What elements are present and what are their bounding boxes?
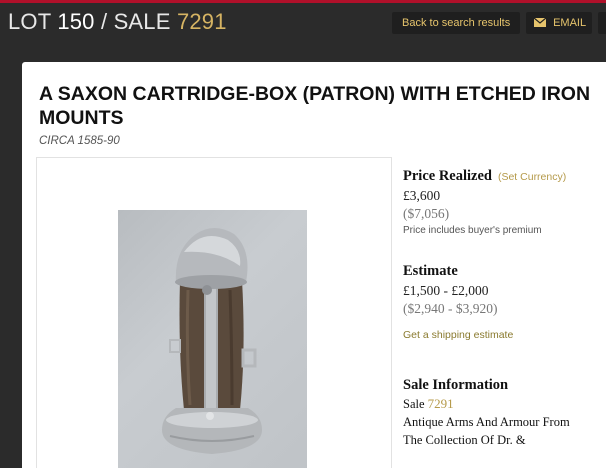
lot-info-column: Price Realized (Set Currency) £3,600 ($7,… <box>403 168 606 449</box>
estimate-section: Estimate £1,500 - £2,000 ($2,940 - $3,92… <box>403 263 606 341</box>
estimate-label: Estimate <box>403 263 458 279</box>
title-separator: / <box>100 9 108 34</box>
top-bar: LOT 150 / SALE 7291 Back to search resul… <box>0 0 606 50</box>
price-realized-label: Price Realized <box>403 168 492 184</box>
price-realized-section: Price Realized (Set Currency) £3,600 ($7,… <box>403 168 606 238</box>
sale-information-section: Sale Information Sale 7291 Antique Arms … <box>403 377 606 449</box>
set-currency-link[interactable]: (Set Currency) <box>498 171 566 183</box>
email-button[interactable]: EMAIL <box>526 12 592 34</box>
lot-prefix: LOT <box>8 9 51 34</box>
lot-circa: CIRCA 1585-90 <box>39 135 120 147</box>
lot-sale-title: LOT 150 / SALE 7291 <box>8 9 227 35</box>
lot-number: 150 <box>57 9 95 34</box>
price-realized-gbp: £3,600 <box>403 188 441 203</box>
envelope-icon <box>534 18 546 27</box>
top-accent-line <box>0 0 606 3</box>
shipping-estimate-link[interactable]: Get a shipping estimate <box>403 329 606 341</box>
sale-information-label: Sale Information <box>403 377 509 393</box>
price-realized-heading: Price Realized (Set Currency) <box>403 168 606 185</box>
back-to-search-label: Back to search results <box>402 17 511 29</box>
estimate-gbp: £1,500 - £2,000 <box>403 283 489 298</box>
cartridge-box-image <box>162 228 262 454</box>
lot-image-frame <box>36 157 392 468</box>
back-to-search-button[interactable]: Back to search results <box>392 12 520 34</box>
sale-number: 7291 <box>176 9 227 34</box>
lot-title: A SAXON CARTRIDGE-BOX (PATRON) WITH ETCH… <box>39 83 591 129</box>
sale-prefix-label: Sale <box>403 397 425 411</box>
email-label: EMAIL <box>553 17 587 29</box>
estimate-usd: ($2,940 - $3,920) <box>403 301 498 316</box>
lot-image[interactable] <box>118 210 307 468</box>
more-button[interactable] <box>598 12 606 34</box>
sale-prefix: SALE <box>113 9 171 34</box>
price-realized-usd: ($7,056) <box>403 206 450 221</box>
buyers-premium-note: Price includes buyer's premium <box>403 225 542 236</box>
sale-number-link[interactable]: 7291 <box>428 396 454 411</box>
sale-title-line-2[interactable]: The Collection Of Dr. & <box>403 431 606 449</box>
sale-title-line-1[interactable]: Antique Arms And Armour From <box>403 413 606 431</box>
lot-detail-panel: A SAXON CARTRIDGE-BOX (PATRON) WITH ETCH… <box>22 62 606 468</box>
